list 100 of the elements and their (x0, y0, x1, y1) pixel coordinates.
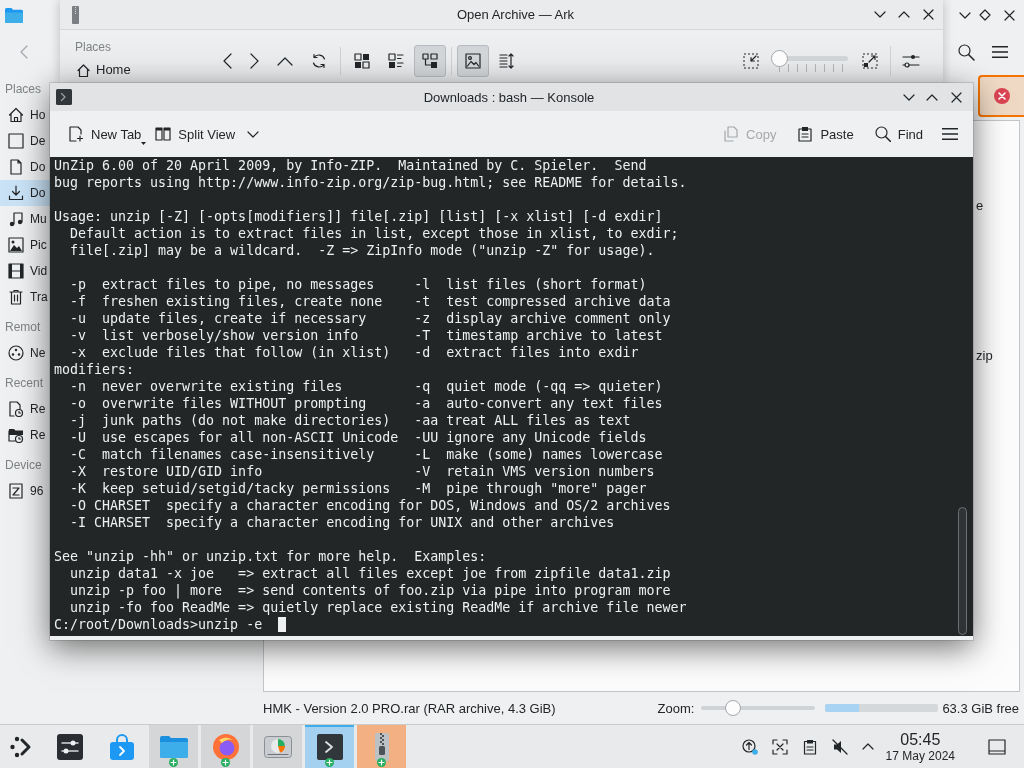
sidebar-item[interactable]: Re (0, 422, 50, 448)
split-view-button[interactable]: Split View (147, 118, 242, 150)
zoom-label: Zoom: (657, 700, 695, 716)
terminal-output-line: -o overwrite files WITHOUT prompting -a auto-convert any text files (69, 395, 663, 412)
terminal-output-line: -X restore UID/GID info -V retain VMS version numbers (69, 463, 655, 480)
terminal-output-line: Usage: unzip [-Z] [-opts[modifiers]] file[.zip] [list] [-x xlist] [-d exdir] (54, 208, 663, 225)
maximize-icon[interactable] (898, 11, 910, 18)
restore-icon[interactable] (979, 9, 991, 21)
desktop-icon (8, 133, 24, 149)
terminal-output-line: -f freshen existing files, create none -t test compressed archive data (69, 293, 671, 310)
show-desktop-icon[interactable] (988, 738, 1006, 755)
new-tab-button[interactable]: New Tab (60, 118, 148, 150)
copy-icon (723, 126, 740, 142)
minimize-icon[interactable] (903, 93, 915, 101)
command-prompt: C:/root/Downloads>unzip -e (54, 616, 263, 633)
clipboard-icon[interactable] (801, 738, 818, 755)
folder-icon (5, 7, 23, 23)
sidebar-item[interactable]: Vid (0, 258, 50, 284)
sidebar-item[interactable]: Mu (0, 206, 50, 232)
recent-folder-icon (8, 427, 24, 443)
muted-speaker-icon[interactable] (831, 738, 848, 755)
terminal-icon (316, 733, 343, 760)
sidebar-item[interactable]: Pic (0, 232, 50, 258)
film-icon (8, 263, 24, 279)
forward-icon[interactable] (250, 53, 259, 69)
close-icon[interactable] (1004, 9, 1015, 21)
reload-icon[interactable] (311, 53, 327, 69)
settings-icon[interactable] (902, 53, 920, 69)
file-name-text: zip (976, 348, 993, 364)
preview-toggle[interactable] (457, 45, 489, 77)
minimize-icon[interactable] (959, 11, 971, 19)
terminal-output-line: -O CHARSET specify a character encoding for DOS, Windows and OS/2 archives (69, 497, 671, 514)
taskbar-app-button[interactable] (305, 725, 354, 768)
drive-icon (8, 483, 24, 499)
section-heading: Places (4, 81, 42, 98)
file-name-text: e (976, 198, 984, 214)
sidebar-item[interactable]: Ho (0, 102, 50, 128)
slider-handle[interactable] (771, 50, 788, 67)
clipboard-icon (797, 126, 814, 142)
terminal-output-line: -n never overwrite existing files -q quiet mode (-qq => quieter) (69, 378, 663, 395)
new-tab-icon (68, 126, 84, 142)
trash-icon (8, 289, 24, 305)
window-title: Open Archive — Ark (455, 7, 575, 22)
terminal-output-line: -p extract files to pipe, no messages -l list files (short format) (69, 276, 647, 293)
search-icon[interactable] (958, 43, 975, 61)
up-icon[interactable] (277, 56, 293, 66)
sidebar-item[interactable]: Do (0, 154, 50, 180)
section-heading: Places (75, 39, 112, 55)
close-icon[interactable] (951, 91, 962, 103)
terminal-output-line: -U use escapes for all non-ASCII Unicode -UU ignore any Unicode fields (69, 429, 647, 446)
terminal-icon (56, 89, 72, 105)
document-icon (8, 159, 24, 175)
sort-icon[interactable] (499, 53, 515, 69)
terminal-output-line: bug reports using http://www.info-zip.org/zip-bug.html; see README for details. (54, 174, 687, 191)
maximize-icon[interactable] (926, 93, 938, 101)
split-view-icon (155, 126, 172, 142)
close-icon[interactable] (923, 9, 934, 20)
shrink-icon[interactable] (743, 53, 759, 69)
screenshot-icon[interactable] (771, 738, 788, 755)
menu-icon[interactable] (992, 46, 1008, 58)
sidebar-item[interactable]: Tra (0, 284, 50, 310)
find-button[interactable]: Find (868, 118, 929, 150)
sidebar-item[interactable]: Ne (0, 340, 50, 366)
clock[interactable]: 05:45 17 May 2024 (885, 730, 955, 763)
recent-file-icon (8, 401, 24, 417)
free-space-label: 63.3 GiB free (942, 700, 1019, 716)
chevron-down-icon[interactable] (247, 130, 260, 138)
places-item[interactable]: Home (75, 63, 131, 77)
slider-handle[interactable] (724, 700, 741, 716)
download-icon (8, 185, 24, 201)
terminal-output-line: -I CHARSET specify a character encoding for UNIX and other archives (69, 514, 615, 531)
terminal-output-line: modifiers: (54, 361, 135, 378)
section-heading: Device (4, 457, 42, 474)
sidebar-item[interactable]: 96 (0, 478, 50, 504)
minimize-icon[interactable] (874, 11, 886, 18)
sliders-icon (56, 733, 83, 760)
sidebar-item[interactable]: Do (0, 180, 50, 206)
back-icon[interactable] (223, 53, 232, 69)
terminal-output-line: unzip -p foo | more => send contents of foo.zip via pipe into program more (69, 582, 671, 599)
chevron-up-icon[interactable] (861, 743, 874, 750)
zipper-icon (72, 5, 79, 24)
expand-icon[interactable] (862, 53, 878, 69)
terminal-output-line: unzip data1 -x joe => extract all files except joe from zipfile data1.zip (69, 565, 671, 582)
network-icon (8, 345, 24, 361)
terminal-output-line: See "unzip -hh" or unzip.txt for more help. Examples: (54, 548, 487, 565)
view-mode-button[interactable] (414, 45, 446, 77)
update-icon[interactable] (741, 738, 758, 755)
terminal-output-line: -u update files, create if necessary -z display archive comment only (69, 310, 671, 327)
app-launcher-icon (10, 735, 32, 758)
search-icon (874, 126, 891, 142)
section-heading: Remot (4, 319, 41, 336)
sidebar-item[interactable]: De (0, 128, 50, 154)
menu-icon[interactable] (942, 128, 958, 140)
window-title: Downloads : bash — Konsole (423, 89, 595, 105)
tree-view-icon (422, 53, 438, 69)
paste-button[interactable]: Paste (791, 118, 860, 150)
terminal-output-line: unzip -fo foo ReadMe => quietly replace existing ReadMe if archive file newer (69, 599, 687, 616)
sidebar-item[interactable]: Re (0, 396, 50, 422)
scrollbar-thumb[interactable] (957, 507, 967, 635)
terminal-output-line: UnZip 6.00 of 20 April 2009, by Info-ZIP. Maintained by C. Spieler. Send (54, 157, 647, 174)
